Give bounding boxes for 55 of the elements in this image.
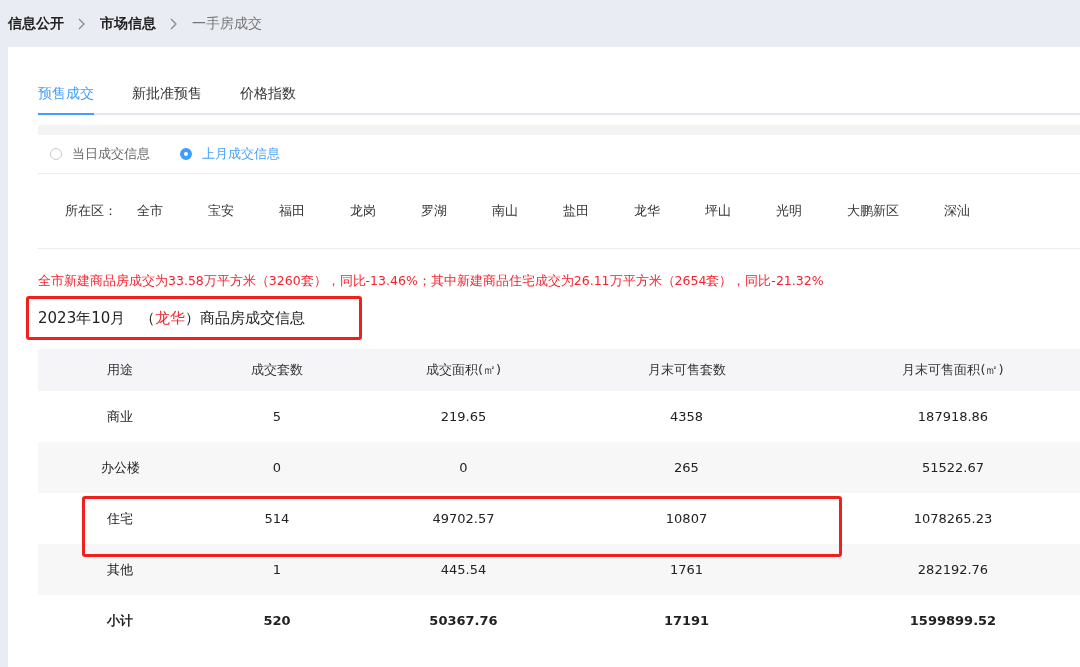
breadcrumb-item[interactable]: 信息公开 [8,14,64,33]
district-option[interactable]: 罗湖 [421,202,447,220]
summary-text: 全市新建商品房成交为33.58万平方米（3260套），同比-13.46%；其中新建商品住宅成交为26.11万平方米（2654套），同比-21.32% [38,273,825,290]
district-option[interactable]: 深汕 [944,202,970,220]
tab[interactable]: 价格指数 [240,85,296,115]
table-cell: 4358 [575,391,798,442]
district-option[interactable]: 坪山 [705,202,731,220]
table-cell: 0 [352,442,575,493]
table-title: 2023年10月 （龙华）商品房成交信息 [38,308,305,328]
table-cell: 10807 [575,493,798,544]
district-option[interactable]: 龙岗 [350,202,376,220]
table-cell: 其他 [38,544,202,595]
table-cell: 1761 [575,544,798,595]
table-cell: 445.54 [352,544,575,595]
table-cell: 187918.86 [798,391,1080,442]
district-option[interactable]: 盐田 [563,202,589,220]
table-cell: 住宅 [38,493,202,544]
radio-label[interactable]: 当日成交信息 [72,145,150,163]
radio-button[interactable] [180,148,192,160]
column-header: 月末可售面积(㎡) [798,349,1080,391]
table-cell: 265 [575,442,798,493]
tab[interactable]: 新批准预售 [132,85,202,115]
chevron-icon [170,17,178,30]
table-cell: 17191 [575,595,798,646]
column-header: 月末可售套数 [575,349,798,391]
district-option[interactable]: 全市 [137,202,163,220]
table-cell: 49702.57 [352,493,575,544]
table-cell: 51522.67 [798,442,1080,493]
filter-label: 所在区： [65,202,118,220]
table-cell: 1078265.23 [798,493,1080,544]
table-cell: 219.65 [352,391,575,442]
district-option[interactable]: 大鹏新区 [847,202,899,220]
table-cell: 小计 [38,595,202,646]
breadcrumb-item[interactable]: 市场信息 [100,14,156,33]
table-cell: 0 [202,442,352,493]
district-option[interactable]: 宝安 [208,202,234,220]
table-cell: 5 [202,391,352,442]
column-header: 成交面积(㎡) [352,349,575,391]
table-cell: 1599899.52 [798,595,1080,646]
column-header: 用途 [38,349,202,391]
table-cell: 520 [202,595,352,646]
radio-button[interactable] [50,148,62,160]
table-cell: 商业 [38,391,202,442]
district-option[interactable]: 光明 [776,202,802,220]
table-cell: 282192.76 [798,544,1080,595]
table-cell: 50367.76 [352,595,575,646]
district-option[interactable]: 福田 [279,202,305,220]
chevron-icon [78,17,86,30]
column-header: 成交套数 [202,349,352,391]
table-cell: 办公楼 [38,442,202,493]
breadcrumb-item: 一手房成交 [192,14,262,33]
table-cell: 514 [202,493,352,544]
district-option[interactable]: 南山 [492,202,518,220]
district-option[interactable]: 龙华 [634,202,660,220]
table-cell: 1 [202,544,352,595]
